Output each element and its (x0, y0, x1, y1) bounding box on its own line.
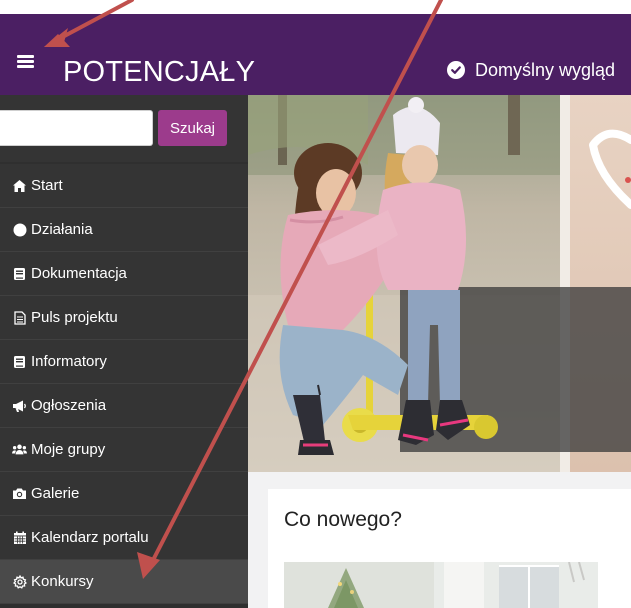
theme-switch[interactable]: Domyślny wygląd (447, 58, 615, 82)
sidebar-item-kalendarz-portalu[interactable]: Kalendarz portalu (0, 516, 248, 560)
sidebar-item-label: Informatory (31, 353, 107, 370)
search-button[interactable]: Szukaj (158, 110, 227, 146)
theme-label: Domyślny wygląd (475, 59, 616, 80)
sidebar-item-informatory[interactable]: Informatory (0, 340, 248, 384)
main-content: Co nowego? (248, 95, 631, 608)
top-strip (0, 0, 631, 14)
check-circle-icon (447, 61, 465, 79)
sidebar: Szukaj Start Działania Dokumentacja Puls… (0, 95, 248, 608)
sidebar-item-start[interactable]: Start (0, 164, 248, 208)
sidebar-item-label: Dokumentacja (31, 265, 127, 282)
top-header: POTENCJAŁY Domyślny wygląd (0, 14, 631, 95)
gear-icon (12, 574, 27, 589)
camera-icon (12, 486, 27, 501)
document-icon (12, 310, 27, 325)
sidebar-item-label: Moje grupy (31, 441, 106, 458)
sidebar-item-dzialania[interactable]: Działania (0, 208, 248, 252)
users-icon (12, 442, 27, 457)
sidebar-item-label: Kalendarz portalu (31, 529, 149, 546)
megaphone-icon (12, 398, 27, 413)
sidebar-item-label: Ogłoszenia (31, 397, 107, 414)
hero-banner-image[interactable] (248, 95, 631, 472)
sidebar-item-label: Galerie (31, 485, 80, 502)
circle-icon (12, 222, 27, 237)
calendar-icon (12, 530, 27, 545)
sidebar-item-dokumentacja[interactable]: Dokumentacja (0, 252, 248, 296)
search-input[interactable] (0, 110, 153, 146)
search-bar: Szukaj (0, 95, 248, 162)
hamburger-menu-icon[interactable] (17, 55, 37, 71)
sidebar-item-puls-projektu[interactable]: Puls projektu (0, 296, 248, 340)
sidebar-item-label: Konkursy (31, 573, 94, 590)
sidebar-item-konkursy[interactable]: Konkursy (0, 560, 248, 604)
sidebar-nav: Start Działania Dokumentacja Puls projek… (0, 164, 248, 604)
home-icon (12, 178, 27, 193)
news-panel: Co nowego? (268, 489, 631, 608)
sidebar-item-label: Puls projektu (31, 309, 118, 326)
book-icon (12, 266, 27, 281)
news-thumbnail-image[interactable] (284, 562, 598, 608)
sidebar-item-moje-grupy[interactable]: Moje grupy (0, 428, 248, 472)
sidebar-item-ogloszenia[interactable]: Ogłoszenia (0, 384, 248, 428)
sidebar-item-label: Działania (31, 221, 93, 238)
news-section-title: Co nowego? (284, 508, 402, 531)
site-brand[interactable]: POTENCJAŁY (63, 55, 255, 89)
sidebar-item-label: Start (31, 177, 63, 194)
book-icon (12, 354, 27, 369)
sidebar-item-galerie[interactable]: Galerie (0, 472, 248, 516)
